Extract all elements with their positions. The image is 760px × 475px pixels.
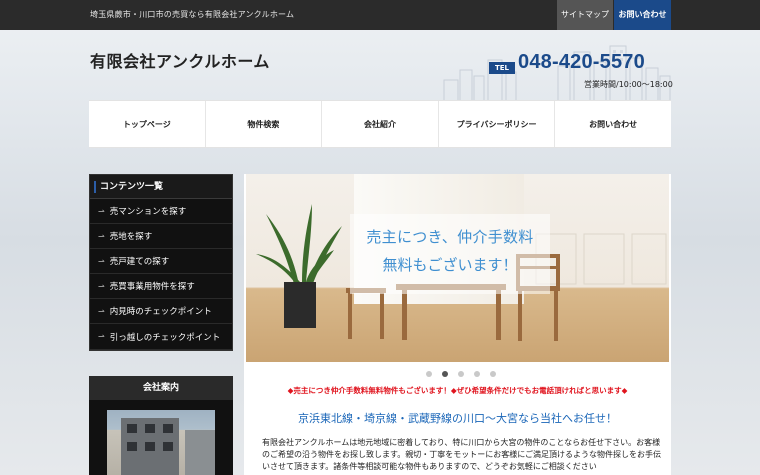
nav-item-company[interactable]: 会社紹介 bbox=[322, 101, 439, 147]
slider-dot[interactable] bbox=[426, 371, 432, 377]
top-bar: 埼玉県蕨市・川口市の売買なら有限会社アンクルホーム サイトマップ お問い合わせ bbox=[0, 0, 760, 30]
intro-paragraph: 有限会社アンクルホームは地元地域に密着しており、特に川口から大宮の物件のことなら… bbox=[262, 438, 662, 471]
sidebar-item-label: 内見時のチェックポイント bbox=[109, 307, 212, 317]
nav-item-privacy-policy[interactable]: プライバシーポリシー bbox=[439, 101, 556, 147]
sidebar-item-label: 売地を探す bbox=[109, 232, 153, 242]
sidebar-item-viewing-checkpoints[interactable]: ⇀ 内見時のチェックポイント bbox=[90, 299, 232, 324]
sidebar-item-business-property[interactable]: ⇀ 売買事業用物件を探す bbox=[90, 274, 232, 299]
sidebar-item-house[interactable]: ⇀ 売戸建ての探す bbox=[90, 249, 232, 274]
slider-dot[interactable] bbox=[490, 371, 496, 377]
tel-badge: TEL bbox=[489, 62, 515, 74]
site-logo[interactable]: 有限会社アンクルホーム bbox=[90, 48, 270, 72]
sidebar-item-label: 売買事業用物件を探す bbox=[109, 282, 195, 292]
arrow-icon: ⇀ bbox=[98, 206, 105, 216]
global-nav: トップページ 物件検索 会社紹介 プライバシーポリシー お問い合わせ bbox=[89, 100, 671, 148]
site-tagline: 埼玉県蕨市・川口市の売買なら有限会社アンクルホーム bbox=[90, 10, 295, 19]
arrow-icon: ⇀ bbox=[98, 256, 105, 266]
slider-dot[interactable] bbox=[458, 371, 464, 377]
arrow-icon: ⇀ bbox=[98, 332, 105, 341]
arrow-icon: ⇀ bbox=[98, 281, 105, 291]
sidebar-item-moving-checkpoints[interactable]: ⇀ 引っ越しのチェックポイント bbox=[90, 324, 232, 350]
arrow-icon: ⇀ bbox=[98, 306, 105, 316]
sidebar-item-label: 引っ越しのチェックポイント bbox=[109, 332, 221, 343]
sidebar-item-label: 売戸建ての探す bbox=[109, 257, 170, 267]
area-subheading: 京浜東北線・埼京線・武蔵野線の川口〜大宮なら当社へお任せ！ bbox=[298, 412, 617, 425]
sitemap-button[interactable]: サイトマップ bbox=[557, 0, 613, 30]
business-hours: 営業時間/10:00～18:00 bbox=[584, 80, 673, 89]
office-building-photo[interactable] bbox=[107, 410, 215, 475]
sidebar-contents: コンテンツ一覧 ⇀ 売マンションを探す ⇀ 売地を探す ⇀ 売戸建ての探す ⇀ … bbox=[89, 174, 233, 351]
nav-item-contact[interactable]: お問い合わせ bbox=[555, 101, 671, 147]
slide-caption: 売主につき、仲介手数料 無料もございます！ bbox=[350, 214, 550, 294]
sidebar-company: 会社案内 bbox=[89, 376, 233, 475]
phone-number[interactable]: 048-420-5570 bbox=[518, 51, 645, 74]
hero-slider[interactable]: 売主につき、仲介手数料 無料もございます！ bbox=[246, 174, 669, 362]
arrow-icon: ⇀ bbox=[98, 231, 105, 241]
notice-banner: ◆売主につき仲介手数料無料物件もございます！◆ぜひ希望条件だけでもお電話頂ければ… bbox=[287, 386, 628, 395]
slider-dot[interactable] bbox=[474, 371, 480, 377]
main-content: 売主につき、仲介手数料 無料もございます！ ◆売主につき仲介手数料無料物件もござ… bbox=[244, 174, 671, 475]
sidebar-item-label: 売マンションを探す bbox=[109, 207, 187, 217]
top-contact-button[interactable]: お問い合わせ bbox=[614, 0, 671, 30]
nav-item-top[interactable]: トップページ bbox=[89, 101, 206, 147]
slider-pagination bbox=[426, 371, 496, 377]
slider-dot[interactable] bbox=[442, 371, 448, 377]
slide-caption-line-2: 無料もございます！ bbox=[382, 256, 518, 274]
slide-caption-line-1: 売主につき、仲介手数料 bbox=[366, 228, 534, 246]
nav-item-property-search[interactable]: 物件検索 bbox=[206, 101, 323, 147]
company-heading[interactable]: 会社案内 bbox=[89, 376, 233, 400]
sidebar-heading: コンテンツ一覧 bbox=[90, 175, 232, 199]
sidebar-item-condo[interactable]: ⇀ 売マンションを探す bbox=[90, 199, 232, 224]
sidebar-item-land[interactable]: ⇀ 売地を探す bbox=[90, 224, 232, 249]
